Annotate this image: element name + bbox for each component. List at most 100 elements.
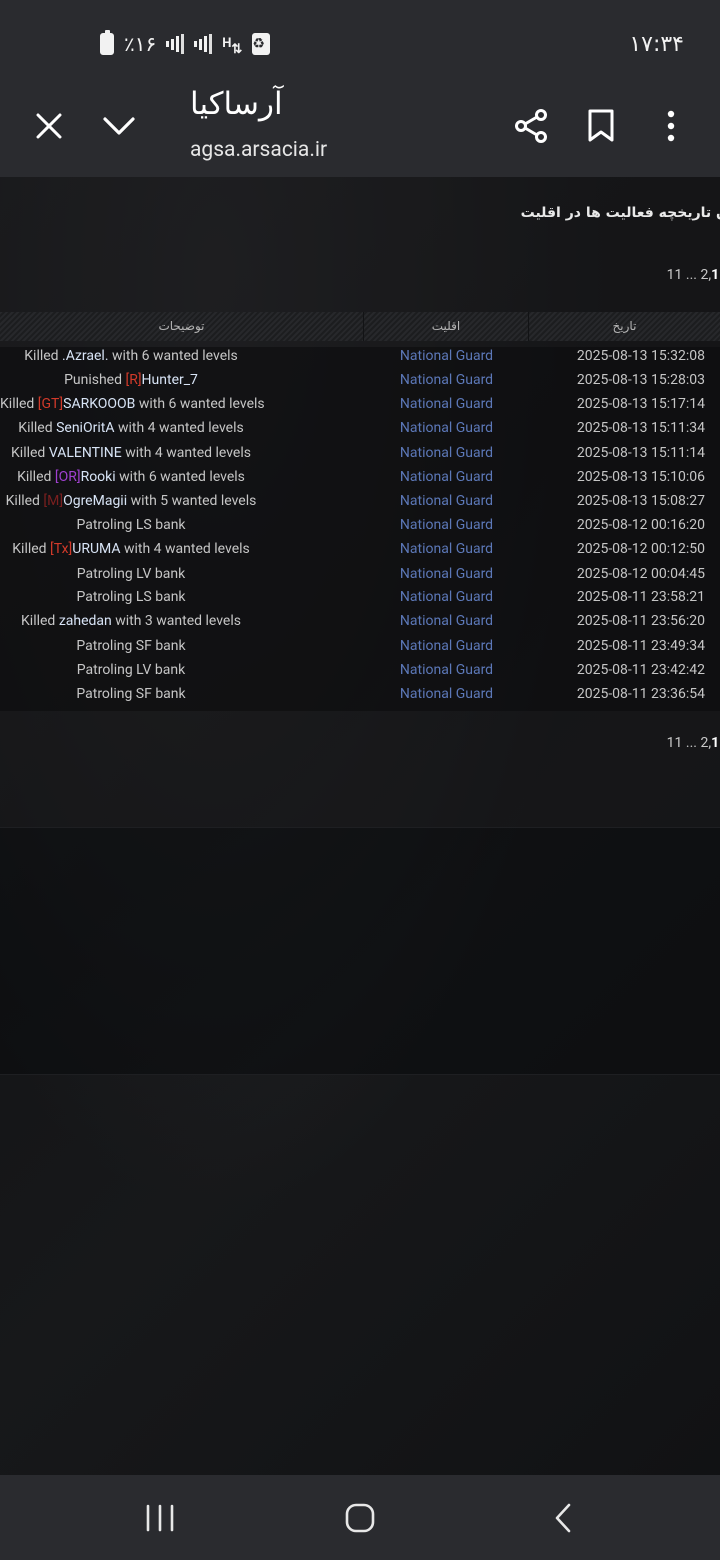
- column-header-date: تاریخ: [612, 319, 637, 333]
- network-type-icon: H ⇅: [222, 36, 243, 57]
- system-navigation-bar: [0, 1475, 720, 1560]
- player-name-link[interactable]: SARKOOOB: [63, 396, 135, 412]
- back-icon[interactable]: [533, 1493, 593, 1543]
- faction-link[interactable]: National Guard: [364, 441, 529, 465]
- clan-tag: [Tx]: [50, 541, 73, 557]
- faction-link[interactable]: National Guard: [364, 465, 529, 489]
- description-text: Killed: [12, 541, 51, 557]
- custom-tab-toolbar: آرساکیا agsa.arsacia.ir: [0, 80, 720, 175]
- table-row: Killed [GT]SARKOOOB with 6 wanted levels…: [0, 392, 720, 416]
- description-text: Killed: [17, 469, 55, 485]
- description-text: Patroling LV bank: [76, 566, 186, 582]
- description-text: Patroling SF bank: [76, 686, 186, 702]
- row-description: Killed [OR]Rooki with 6 wanted levels: [0, 465, 262, 489]
- player-name-link[interactable]: OgreMagii: [63, 493, 127, 509]
- row-description: Patroling LS bank: [0, 513, 262, 537]
- description-text: Punished: [64, 372, 126, 388]
- row-description: Patroling LS bank: [0, 585, 262, 609]
- page-footer-area: [0, 827, 720, 1075]
- table-row: Punished [R]Hunter_7 National Guard 2025-0…: [0, 368, 720, 392]
- pagination-ellipsis: ...: [685, 735, 697, 751]
- page-current: 1: [711, 267, 720, 283]
- row-date: 2025-08-11 23:58:21: [576, 589, 705, 605]
- faction-link[interactable]: National Guard: [364, 609, 529, 633]
- chevron-down-icon[interactable]: [95, 102, 143, 150]
- faction-link[interactable]: National Guard: [364, 344, 529, 368]
- clan-tag: [GT]: [37, 396, 64, 412]
- player-name-link[interactable]: SeniOritA: [56, 420, 114, 436]
- page-last-link[interactable]: 11: [667, 735, 683, 751]
- faction-link[interactable]: National Guard: [364, 634, 529, 658]
- table-row: Patroling LV bank National Guard 2025-08-1…: [0, 658, 720, 682]
- close-icon[interactable]: [25, 102, 73, 150]
- faction-link[interactable]: National Guard: [364, 392, 529, 416]
- faction-link[interactable]: National Guard: [364, 368, 529, 392]
- faction-link[interactable]: National Guard: [364, 585, 529, 609]
- recents-icon[interactable]: [130, 1493, 190, 1543]
- row-date: 2025-08-13 15:11:14: [576, 445, 705, 461]
- status-icons: ٪۱۶ H ⇅ ♻: [100, 30, 271, 57]
- table-row: Killed VALENTINE with 4 wanted levels Nat…: [0, 441, 720, 465]
- row-description: Killed [Tx]URUMA with 4 wanted levels: [0, 537, 262, 561]
- description-text: Killed: [11, 445, 49, 461]
- faction-link[interactable]: National Guard: [364, 416, 529, 440]
- row-description: Punished [R]Hunter_7: [0, 368, 262, 392]
- page-title: آرساکیا: [190, 86, 283, 122]
- row-date: 2025-08-13 15:28:03: [576, 372, 705, 388]
- page-current: 1: [711, 735, 720, 751]
- row-description: Killed [GT]SARKOOOB with 6 wanted levels: [0, 392, 265, 416]
- row-date: 2025-08-13 15:11:34: [576, 420, 705, 436]
- column-header-description: توضیحات: [0, 312, 364, 341]
- faction-link[interactable]: National Guard: [364, 562, 529, 586]
- share-icon[interactable]: [507, 102, 555, 150]
- faction-link[interactable]: National Guard: [364, 513, 529, 537]
- pagination-ellipsis: ...: [685, 267, 697, 283]
- description-text: with 3 wanted levels: [111, 613, 241, 629]
- description-text: Killed: [24, 348, 63, 364]
- table-row: Killed [M]OgreMagii with 5 wanted levels…: [0, 489, 720, 513]
- row-date: 2025-08-13 15:32:08: [576, 348, 705, 364]
- player-name-link[interactable]: VALENTINE: [49, 445, 122, 461]
- description-text: with 6 wanted levels: [135, 396, 265, 412]
- home-icon[interactable]: [330, 1493, 390, 1543]
- description-text: with 6 wanted levels: [108, 348, 238, 364]
- section-heading: ن تاریخچه فعالیت ها در اقلیت: [520, 205, 720, 221]
- row-description: Patroling LV bank: [0, 658, 262, 682]
- page-last-link[interactable]: 11: [667, 267, 683, 283]
- faction-link[interactable]: National Guard: [364, 682, 529, 706]
- table-row: Killed SeniOritA with 4 wanted levels Nat…: [0, 416, 720, 440]
- description-text: Patroling LV bank: [76, 662, 186, 678]
- row-date: 2025-08-13 15:08:27: [576, 493, 705, 509]
- description-text: Patroling LS bank: [76, 589, 186, 605]
- row-date: 2025-08-12 00:04:45: [576, 566, 705, 582]
- column-header-faction: اقلیت: [364, 312, 529, 341]
- faction-link[interactable]: National Guard: [364, 489, 529, 513]
- player-name-link[interactable]: URUMA: [72, 541, 120, 557]
- table-row: Killed [Tx]URUMA with 4 wanted levels Nat…: [0, 537, 720, 561]
- page-url[interactable]: agsa.arsacia.ir: [190, 138, 327, 162]
- description-text: with 4 wanted levels: [114, 420, 244, 436]
- faction-link[interactable]: National Guard: [364, 658, 529, 682]
- row-date: 2025-08-13 15:17:14: [576, 396, 705, 412]
- player-name-link[interactable]: Rooki: [81, 469, 116, 485]
- table-row: Patroling LS bank National Guard 2025-08-1…: [0, 585, 720, 609]
- description-text: Killed: [0, 396, 38, 412]
- pagination-bottom: 11 ... 2,1 :: [666, 735, 720, 751]
- faction-link[interactable]: National Guard: [364, 537, 529, 561]
- description-text: Killed: [5, 493, 44, 509]
- description-text: Patroling LS bank: [76, 517, 186, 533]
- clock: ۱۷:۳۴: [629, 32, 684, 57]
- row-description: Patroling SF bank: [0, 682, 262, 706]
- web-content: ن تاریخچه فعالیت ها در اقلیت 11 ... 2,1 …: [0, 177, 720, 1475]
- table-row: Patroling LS bank National Guard 2025-08-1…: [0, 513, 720, 537]
- player-name-link[interactable]: .Azrael.: [62, 348, 108, 364]
- player-name-link[interactable]: zahedan: [59, 613, 112, 629]
- row-description: Killed [M]OgreMagii with 5 wanted levels: [0, 489, 262, 513]
- more-vert-icon[interactable]: [647, 102, 695, 150]
- clan-tag: [R]: [125, 372, 142, 388]
- network-type-label: H: [222, 36, 232, 51]
- recycle-icon: ♻: [252, 33, 271, 55]
- table-row: Patroling SF bank National Guard 2025-08-1…: [0, 634, 720, 658]
- player-name-link[interactable]: Hunter_7: [142, 372, 198, 388]
- bookmark-icon[interactable]: [577, 102, 625, 150]
